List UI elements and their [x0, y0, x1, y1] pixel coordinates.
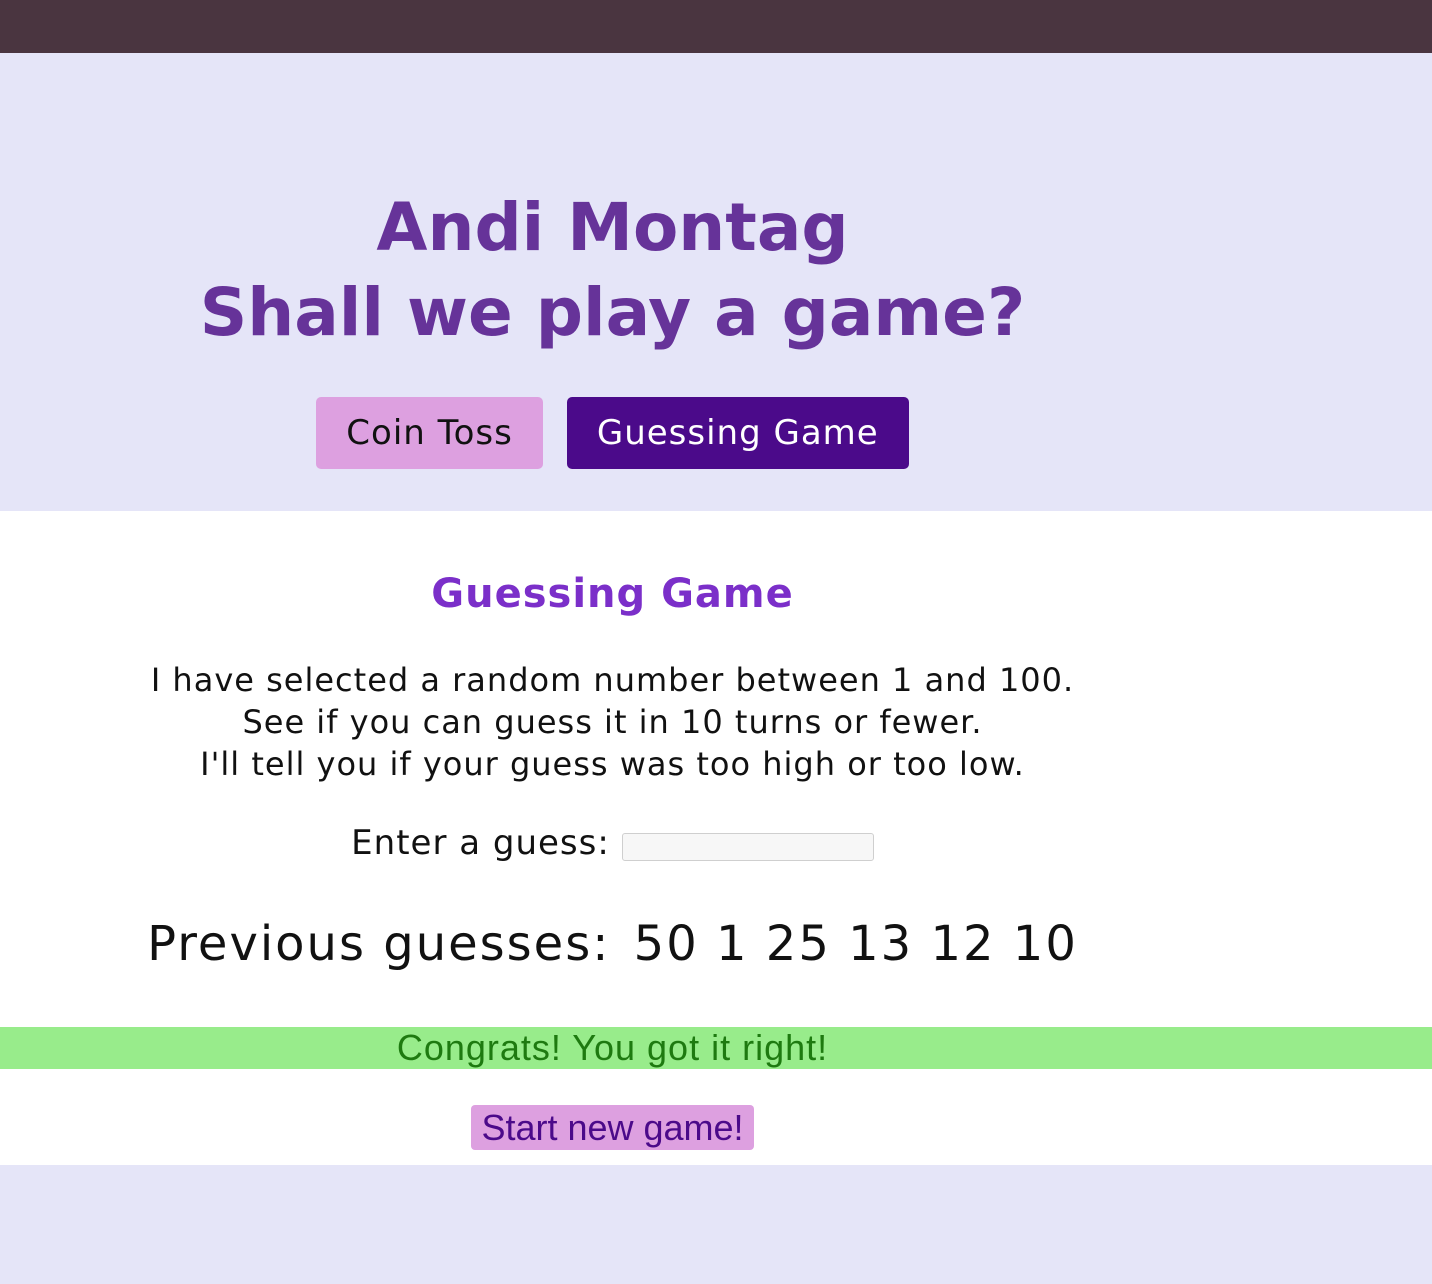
previous-guesses-label: Previous guesses:	[147, 916, 611, 972]
hero-section: Andi Montag Shall we play a game? Coin T…	[0, 53, 1432, 511]
previous-guesses-values: 50 1 25 13 12 10	[633, 916, 1078, 972]
instructions: I have selected a random number between …	[0, 659, 1225, 785]
page-title: Andi Montag Shall we play a game?	[0, 185, 1225, 355]
new-game-row: Start new game!	[0, 1105, 1225, 1150]
start-new-game-button[interactable]: Start new game!	[471, 1105, 754, 1150]
guessing-game-section: Guessing Game I have selected a random n…	[0, 511, 1432, 1165]
guessing-game-button[interactable]: Guessing Game	[566, 397, 909, 469]
result-message: Congrats! You got it right!	[396, 1027, 829, 1068]
guess-form: Enter a guess:	[0, 823, 1225, 863]
instruction-line: I have selected a random number between …	[150, 661, 1075, 699]
tagline: Shall we play a game?	[199, 274, 1026, 351]
top-bar	[0, 0, 1432, 53]
author-name: Andi Montag	[376, 189, 849, 266]
instruction-line: I'll tell you if your guess was too high…	[200, 745, 1025, 783]
game-heading: Guessing Game	[431, 571, 794, 617]
result-banner: Congrats! You got it right!	[0, 1027, 1432, 1069]
footer	[0, 1165, 1432, 1284]
guess-label: Enter a guess:	[351, 823, 610, 863]
previous-guesses: Previous guesses: 50 1 25 13 12 10	[0, 916, 1225, 972]
instruction-line: See if you can guess it in 10 turns or f…	[242, 703, 983, 741]
coin-toss-button[interactable]: Coin Toss	[316, 397, 543, 469]
game-nav: Coin Toss Guessing Game	[0, 397, 1225, 469]
guess-input[interactable]	[621, 833, 874, 861]
